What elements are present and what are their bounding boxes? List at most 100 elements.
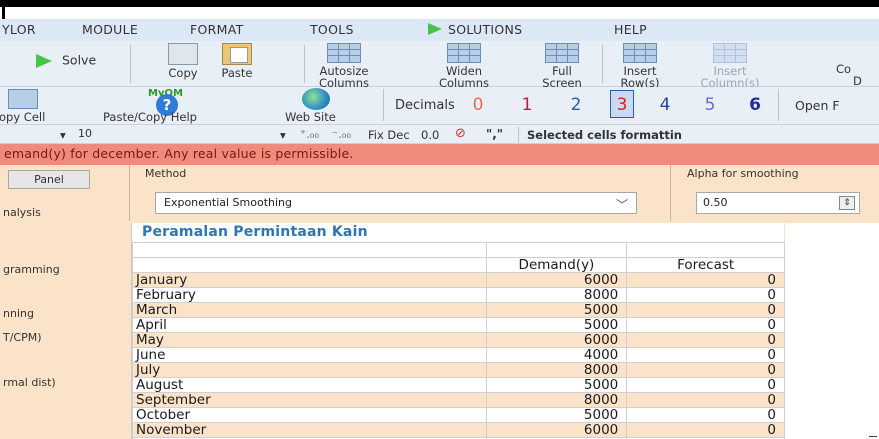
sidebar-item-normal-dist[interactable]: rmal dist) <box>3 376 56 389</box>
format-bar: ▾ 10 ▾ ⁺.₀₀ ⁻.₀₀ Fix Dec 0.0 ⊘ "," Selec… <box>0 124 879 144</box>
cell-month[interactable]: October <box>132 407 487 423</box>
copy-button[interactable]: Copy <box>158 41 208 87</box>
cell-forecast[interactable]: 0 <box>626 287 785 303</box>
cell-month[interactable]: February <box>132 287 487 303</box>
solve-button[interactable]: Solve <box>36 41 126 87</box>
cell-demand[interactable]: 5000 <box>485 317 628 333</box>
cell-demand[interactable]: 8000 <box>485 362 628 378</box>
cell-month[interactable]: May <box>132 332 487 348</box>
cell-demand[interactable]: 4000 <box>485 347 628 363</box>
cell-month[interactable]: July <box>132 362 487 378</box>
solve-label: Solve <box>62 52 97 68</box>
cell-demand[interactable]: 8000 <box>485 392 628 408</box>
menu-tools[interactable]: TOOLS <box>310 22 354 37</box>
menu-help[interactable]: HELP <box>614 22 647 37</box>
cell-demand[interactable]: 8000 <box>485 287 628 303</box>
table-row: July 8000 0 <box>132 362 785 378</box>
sidebar-item-analysis[interactable]: nalysis <box>3 206 41 219</box>
method-label: Method <box>145 167 187 180</box>
decimals-4-button[interactable]: 4 <box>655 95 675 115</box>
cell-forecast[interactable]: 0 <box>626 332 785 348</box>
alpha-input[interactable]: 0.50 ⇕ <box>696 192 860 214</box>
table-row: March 5000 0 <box>132 302 785 318</box>
full-screen-button[interactable]: Full Screen <box>532 41 592 89</box>
right-blank-area <box>785 223 879 439</box>
web-site-button[interactable]: Web Site <box>285 110 336 124</box>
widen-columns-button[interactable]: Widen Columns <box>434 41 494 89</box>
decimals-3-button[interactable]: 3 <box>612 95 632 115</box>
cell-demand[interactable]: 6000 <box>485 422 628 438</box>
cell-month[interactable]: March <box>132 302 487 318</box>
cell-month[interactable]: September <box>132 392 487 408</box>
sidebar-item-planning[interactable]: nning <box>3 307 34 320</box>
cell-month[interactable]: April <box>132 317 487 333</box>
instruction-message: emand(y) for december. Any real value is… <box>0 144 879 165</box>
sidebar-item-programming[interactable]: gramming <box>3 263 60 276</box>
toolbar-separator <box>518 127 519 143</box>
header-cell-demand[interactable]: Demand(y) <box>485 257 628 273</box>
paste-button[interactable]: Paste <box>212 41 262 87</box>
ribbon: Solve Copy Paste Autosize Columns Widen … <box>0 41 879 89</box>
insert-columns-button[interactable]: Insert Column(s) <box>690 41 770 89</box>
font-dropdown-arrow-icon[interactable]: ▾ <box>60 128 66 142</box>
cell-month[interactable]: January <box>132 272 487 288</box>
header-cell-forecast[interactable]: Forecast <box>626 257 785 273</box>
insert-rows-button[interactable]: Insert Row(s) <box>612 41 668 89</box>
decrease-decimal-icon[interactable]: ⁻.₀₀ <box>332 127 351 141</box>
zero-format-icon[interactable]: ⊘ <box>455 126 466 141</box>
cell-forecast[interactable]: 0 <box>626 422 785 438</box>
cell-forecast[interactable]: 0 <box>626 392 785 408</box>
font-size-dropdown-arrow-icon[interactable]: ▾ <box>280 128 286 142</box>
copy-cell-button[interactable]: opy Cell <box>0 110 45 124</box>
alpha-value: 0.50 <box>703 196 728 209</box>
fix-dec-value[interactable]: 0.0 <box>421 128 439 142</box>
left-panel: Panel nalysis gramming nning T/CPM) rmal… <box>0 165 129 439</box>
table-row: January 6000 0 <box>132 272 785 288</box>
method-select[interactable]: Exponential Smoothing ﹀ <box>155 192 637 214</box>
menu-solutions[interactable]: SOLUTIONS <box>428 22 522 37</box>
menu-format[interactable]: FORMAT <box>190 22 244 37</box>
cell-demand[interactable]: 5000 <box>485 302 628 318</box>
content-divider <box>129 165 130 221</box>
decimals-2-button[interactable]: 2 <box>566 95 586 115</box>
cell-forecast[interactable]: 0 <box>626 302 785 318</box>
cell-demand[interactable]: 6000 <box>485 272 628 288</box>
menu-module[interactable]: MODULE <box>82 22 138 37</box>
table-row: September 8000 0 <box>132 392 785 408</box>
cell-demand[interactable]: 5000 <box>485 377 628 393</box>
selected-cells-status: Selected cells formattin <box>527 128 682 142</box>
increase-decimal-icon[interactable]: ⁺.₀₀ <box>300 127 319 141</box>
table-row: May 6000 0 <box>132 332 785 348</box>
alpha-spinner-icon[interactable]: ⇕ <box>839 196 855 210</box>
cell-demand[interactable]: 6000 <box>485 332 628 348</box>
solve-arrow-icon <box>36 54 52 68</box>
cell-forecast[interactable]: 0 <box>626 362 785 378</box>
decimals-0-button[interactable]: 0 <box>468 95 488 115</box>
cell-month[interactable]: August <box>132 377 487 393</box>
cell-month[interactable]: June <box>132 347 487 363</box>
comma-format-button[interactable]: "," <box>486 127 503 141</box>
autosize-columns-button[interactable]: Autosize Columns <box>312 41 376 89</box>
font-size-dropdown[interactable]: 10 <box>70 127 280 143</box>
header-cell-month[interactable] <box>132 257 487 273</box>
alpha-label: Alpha for smoothing <box>687 167 799 180</box>
copy-data-button[interactable]: Co D <box>836 41 879 87</box>
cell-demand[interactable]: 5000 <box>485 407 628 423</box>
table-row: June 4000 0 <box>132 347 785 363</box>
table-row: February 8000 0 <box>132 287 785 303</box>
cell-forecast[interactable]: 0 <box>626 347 785 363</box>
sidebar-item-pert-cpm[interactable]: T/CPM) <box>3 331 42 344</box>
paste-copy-help-button[interactable]: Paste/Copy Help <box>103 110 197 124</box>
open-file-button[interactable]: Open F <box>795 98 840 113</box>
decimals-6-button[interactable]: 6 <box>745 95 765 115</box>
cell-forecast[interactable]: 0 <box>626 407 785 423</box>
decimals-1-button[interactable]: 1 <box>517 95 537 115</box>
menu-taylor[interactable]: YLOR <box>2 22 36 37</box>
cell-month[interactable]: November <box>132 422 487 438</box>
table-row: October 5000 0 <box>132 407 785 423</box>
decimals-5-button[interactable]: 5 <box>700 95 720 115</box>
cell-forecast[interactable]: 0 <box>626 317 785 333</box>
panel-button[interactable]: Panel <box>8 170 90 189</box>
cell-forecast[interactable]: 0 <box>626 377 785 393</box>
cell-forecast[interactable]: 0 <box>626 272 785 288</box>
